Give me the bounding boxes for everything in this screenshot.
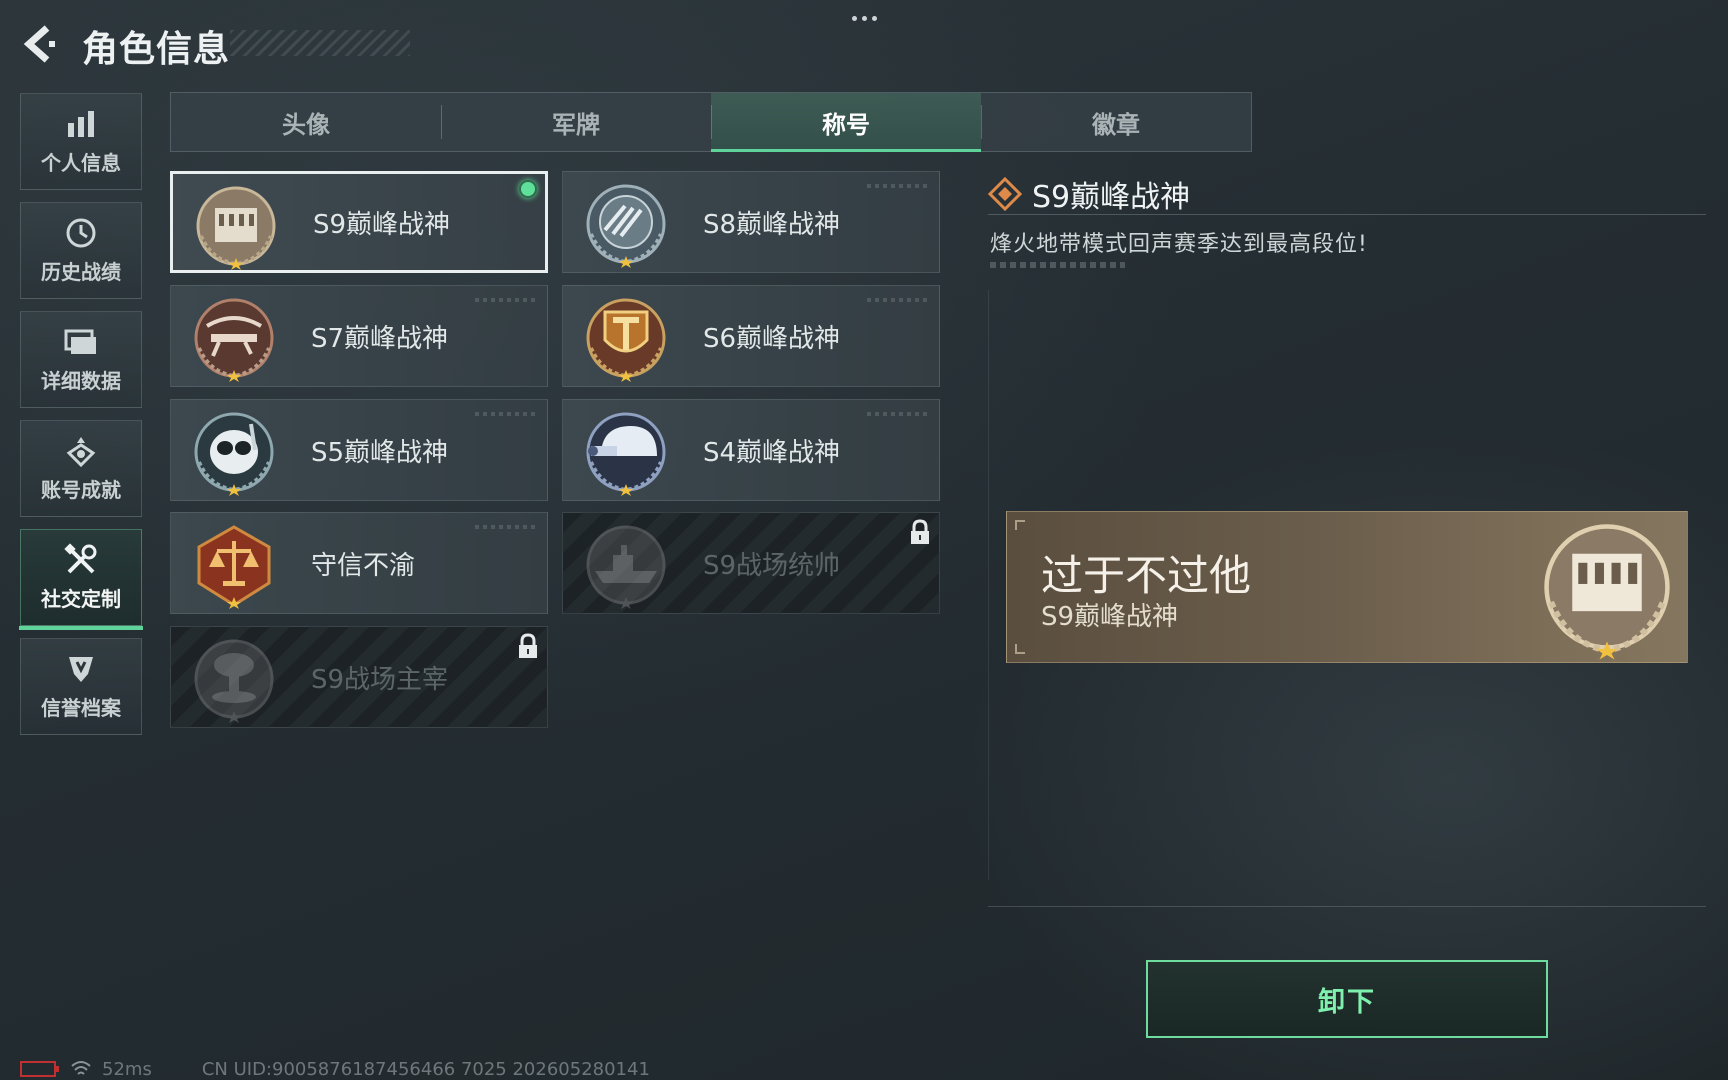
tab-dog-tag[interactable]: 军牌 [441,93,711,151]
title-card-s9-dominator[interactable]: S9战场主宰 [170,626,548,728]
tab-avatar[interactable]: 头像 [171,93,441,151]
title-card-s7-peak[interactable]: S7巅峰战神 [170,285,548,387]
night-vision-helmet-medal-icon [586,412,666,496]
sidebar-item-history[interactable]: 历史战绩 [20,202,142,299]
frame-line [988,906,1706,907]
title-card-s9-peak[interactable]: S9巅峰战神 [170,171,548,273]
mushroom-cloud-medal-icon [194,639,274,723]
sidebar-item-label: 社交定制 [41,587,121,611]
warship-medal-icon [586,525,666,609]
title-card-s5-peak[interactable]: S5巅峰战神 [170,399,548,501]
sidebar-item-detailed-data[interactable]: 详细数据 [20,311,142,408]
title-name: S9战场统帅 [703,550,841,581]
title-name: S9巅峰战神 [313,209,451,240]
battery-icon [20,1061,59,1077]
clock-icon [64,216,98,250]
equipped-indicator [519,180,537,198]
ping-text: 52ms [102,1058,152,1080]
title-card-s8-peak[interactable]: S8巅峰战神 [562,171,940,273]
title-name: S8巅峰战神 [703,209,841,240]
status-bar: 52ms CN UID:9005876187456466 7025 202605… [20,1058,650,1080]
sidebar-item-personal-info[interactable]: 个人信息 [20,93,142,190]
achievement-icon [64,434,98,468]
shield-t-medal-icon [586,298,666,382]
detail-description: 烽火地带模式回声赛季达到最高段位! [990,232,1368,257]
back-arrow-icon [23,25,55,63]
title-decoration [230,30,410,56]
sidebar-item-label: 历史战绩 [41,260,121,284]
title-name: S9战场主宰 [311,664,449,695]
sidebar-item-label: 账号成就 [41,478,121,502]
divider [988,214,1706,215]
sidebar-item-label: 信誉档案 [41,696,121,720]
title-card-s9-commander[interactable]: S9战场统帅 [562,512,940,614]
wifi-icon [71,1061,91,1075]
tab-badge[interactable]: 徽章 [981,93,1251,151]
lock-icon [519,633,537,658]
preview-player-name: 过于不过他 [1041,551,1252,600]
building-medal-icon [1544,524,1670,660]
unequip-button[interactable]: 卸下 [1146,960,1548,1038]
bar-chart-icon [64,107,98,141]
emblem-medal-icon [586,184,666,268]
category-tabs: 头像 军牌 称号 徽章 [170,92,1252,152]
title-name: 守信不渝 [311,550,416,581]
folder-icon [64,325,98,359]
title-name: S5巅峰战神 [311,437,449,468]
crossbow-medal-icon [194,298,274,382]
diamond-icon [988,177,1022,211]
title-preview-banner: 过于不过他 S9巅峰战神 [1006,511,1688,663]
sidebar-item-achievements[interactable]: 账号成就 [20,420,142,517]
shield-icon [64,652,98,686]
preview-title: S9巅峰战神 [1041,602,1179,632]
page-title: 角色信息 [82,29,231,70]
sidebar-item-label: 个人信息 [41,151,121,175]
scales-medal-icon [197,525,271,609]
tools-icon [64,543,98,577]
building-medal-icon [196,186,276,270]
back-button[interactable] [18,22,62,66]
title-name: S7巅峰战神 [311,323,449,354]
detail-title: S9巅峰战神 [1032,180,1191,215]
tab-title[interactable]: 称号 [711,93,981,152]
uid-text: CN UID:9005876187456466 7025 20260528014… [201,1058,650,1080]
detail-header: S9巅峰战神 [988,172,1190,216]
sidebar-item-credit[interactable]: 信誉档案 [20,638,142,735]
title-card-s6-peak[interactable]: S6巅峰战神 [562,285,940,387]
sidebar-item-label: 详细数据 [41,369,121,393]
more-dots-icon[interactable] [846,8,882,28]
title-card-trustworthy[interactable]: 守信不渝 [170,512,548,614]
detail-decoration [990,262,1125,268]
title-card-s4-peak[interactable]: S4巅峰战神 [562,399,940,501]
title-name: S6巅峰战神 [703,323,841,354]
sidebar-item-social-custom[interactable]: 社交定制 [19,529,143,630]
diving-mask-medal-icon [194,412,274,496]
lock-icon [911,519,929,544]
title-name: S4巅峰战神 [703,437,841,468]
frame-line [988,290,989,880]
